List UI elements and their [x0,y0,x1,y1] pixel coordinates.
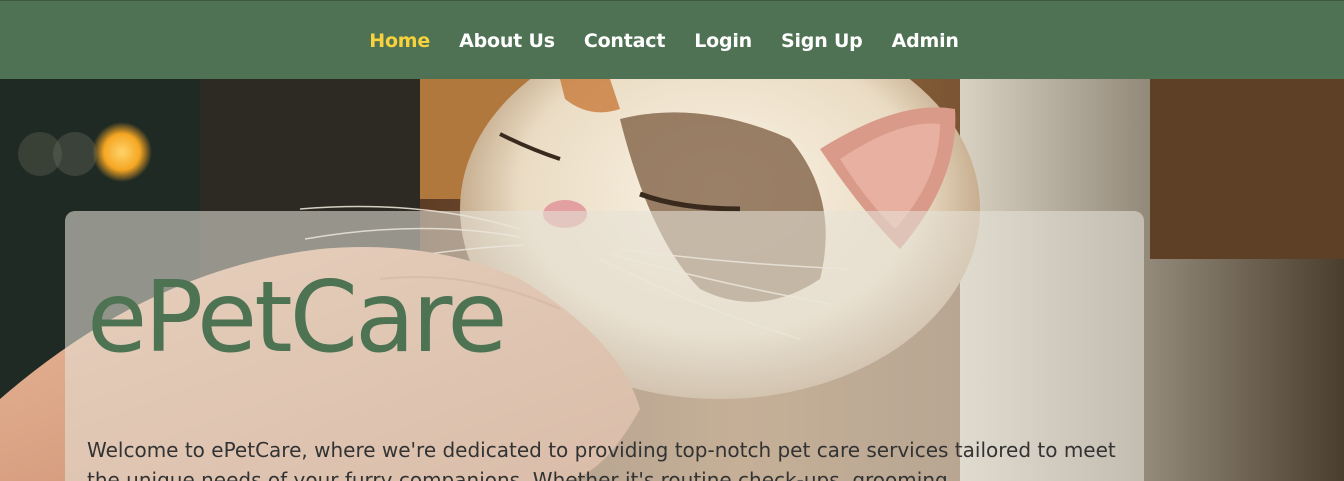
nav-contact-link[interactable]: Contact [569,30,679,52]
welcome-card: ePetCare Welcome to ePetCare, where we'r… [65,211,1144,481]
nav-home-link[interactable]: Home [355,30,445,52]
intro-paragraph: Welcome to ePetCare, where we're dedicat… [87,438,1116,481]
page: Home About Us Contact Login Sign Up Admi… [0,0,1344,481]
nav-login-link[interactable]: Login [680,30,767,52]
nav-list: Home About Us Contact Login Sign Up Admi… [355,30,974,52]
nav-admin-link[interactable]: Admin [877,30,973,52]
top-navbar: Home About Us Contact Login Sign Up Admi… [0,0,1344,79]
nav-about-link[interactable]: About Us [445,30,570,52]
brand-title: ePetCare [87,261,508,375]
nav-signup-link[interactable]: Sign Up [767,30,878,52]
